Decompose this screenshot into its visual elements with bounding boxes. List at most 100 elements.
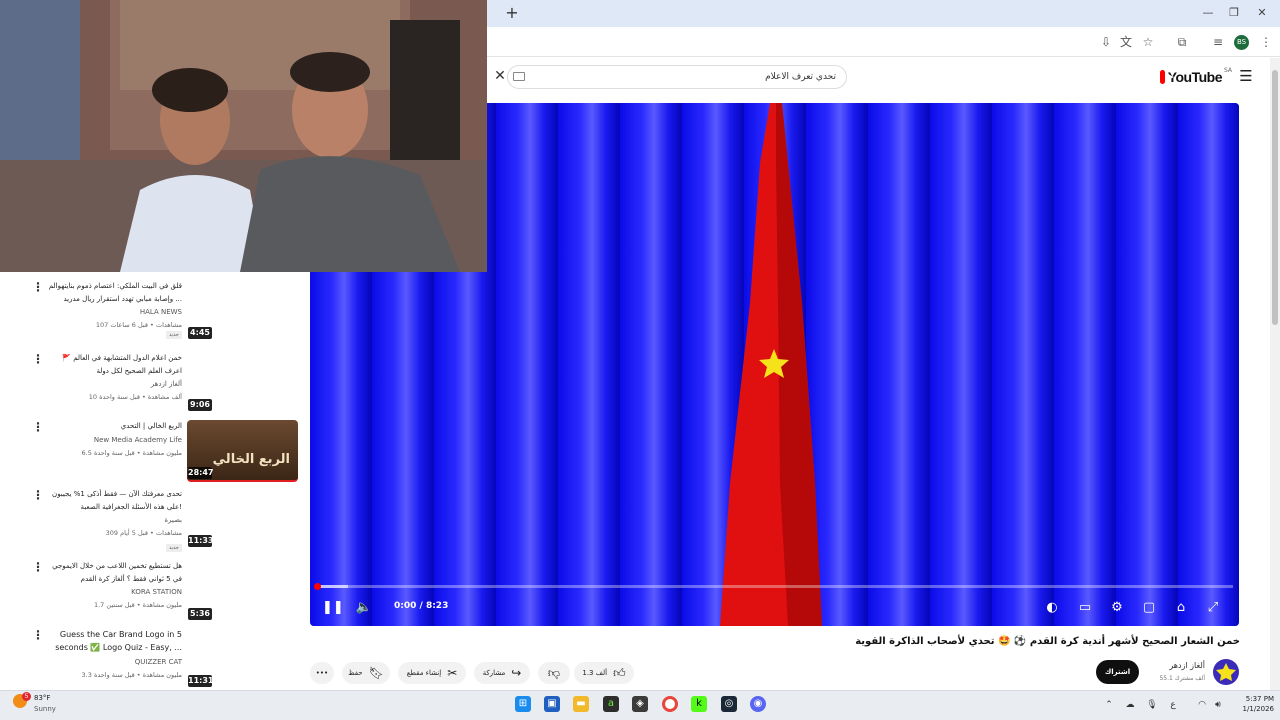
clear-search-icon[interactable]: ✕ [493,69,507,83]
profile-avatar[interactable]: BS [1234,35,1249,50]
list-item[interactable]: ⋮ تحدى معرفتك الآن — فقط أذكى 1% يجيبون … [0,488,305,554]
maximize-button[interactable]: ❐ [1224,4,1244,22]
share-label: مشاركة [482,669,506,677]
list-item[interactable]: ⋮ الربع الخالي | التحدي New Media Academ… [0,420,305,486]
save-button[interactable]: حفظ 🔖︎ [342,662,390,684]
subscribe-button[interactable]: اشتراك [1096,660,1139,684]
channel-name[interactable]: بصيرة [48,516,182,524]
hamburger-menu-icon[interactable]: ☰ [1238,69,1254,84]
channel-name[interactable]: New Media Academy Life [48,436,182,444]
country-code: SA [1224,67,1233,74]
davinci-icon[interactable]: ◈ [632,696,648,712]
more-options-icon[interactable]: ⋮ [32,280,44,294]
cloud-sync-icon[interactable]: ☁ [1124,699,1136,711]
windows-start-icon[interactable]: ⊞ [515,696,531,712]
fullscreen-icon[interactable]: ⤢ [1204,599,1222,617]
like-button[interactable]: 1.3 ألف 👍︎ [574,662,634,684]
extensions-icon[interactable]: ⧉ [1174,34,1190,50]
system-clock[interactable]: 5:37 PM 1/1/2026 [1226,694,1274,714]
steam-icon[interactable]: ◎ [721,696,737,712]
video-title[interactable]: قلق في البيت الملكي: اعتصام ذموم بنايتهو… [48,280,182,306]
bookmark-star-icon[interactable]: ☆ [1140,34,1156,50]
close-window-button[interactable]: ✕ [1252,4,1272,22]
webcam-overlay [0,0,487,272]
more-options-icon[interactable]: ⋮ [32,488,44,502]
file-explorer-icon[interactable]: ▬ [573,696,589,712]
share-button[interactable]: مشاركة ↪ [474,662,530,684]
autoplay-toggle-icon[interactable]: ◐ [1043,599,1061,617]
thumbs-up-icon: 👍︎ [613,665,626,680]
more-options-icon[interactable]: ⋮ [32,628,44,642]
kick-icon[interactable]: k [691,696,707,712]
channel-name[interactable]: ألغاز ازدهر [48,380,182,388]
notification-badge: 5 [22,692,31,701]
video-title[interactable]: هل تستطيع تخمين اللاعب من خلال الايموجي … [48,560,182,586]
duration-badge: 5:36 [188,608,212,620]
list-item[interactable]: ⋮ قلق في البيت الملكي: اعتصام ذموم بنايت… [0,280,305,346]
dislike-button[interactable]: 👎︎ [538,662,570,684]
video-title[interactable]: تحدى معرفتك الآن — فقط أذكى 1% يجيبون عل… [48,488,182,514]
duration-badge: 11:31 [188,675,214,687]
more-options-icon[interactable]: ⋮ [32,352,44,366]
video-title[interactable]: Guess the Car Brand Logo in 5 seconds ✅ … [48,628,182,654]
list-item[interactable]: ⋮ Guess the Car Brand Logo in 5 seconds … [0,628,305,688]
duration-badge: 28:47 [188,467,214,479]
speaker-icon[interactable]: 🔊︎ [1212,699,1224,711]
discord-icon[interactable]: ◉ [750,696,766,712]
media-controls-icon[interactable]: ≡ [1210,34,1226,50]
new-tab-button[interactable]: + [505,4,519,22]
wifi-icon[interactable]: ◠ [1196,699,1208,711]
video-meta: 1.7 مليون مشاهدة • قبل سنتين [93,601,182,609]
keyboard-icon[interactable] [513,72,525,81]
more-actions-button[interactable]: ••• [310,662,334,684]
progress-bar[interactable] [316,585,1233,588]
volume-icon[interactable]: 🔈 [355,599,373,617]
channel-name[interactable]: HALA NEWS [48,308,182,316]
duration-badge: 9:06 [188,399,212,411]
subtitles-icon[interactable]: ▭ [1076,599,1094,617]
channel-name-main[interactable]: ألغاز ازدهر [1130,661,1205,670]
app-a-icon[interactable]: a [603,696,619,712]
video-meta: 6.5 مليون مشاهدة • قبل سنة واحدة [81,449,182,457]
more-options-icon[interactable]: ⋮ [32,560,44,574]
clip-button[interactable]: إنشاء مقطع ✂ [398,662,466,684]
thumbs-down-icon: 👎︎ [547,665,561,680]
minimize-button[interactable]: — [1198,4,1218,22]
language-indicator[interactable]: ع [1167,699,1179,711]
channel-avatar[interactable] [1213,659,1239,685]
microphone-icon[interactable]: 🎙︎ [1146,699,1158,711]
settings-gear-icon[interactable]: ⚙ [1108,599,1126,617]
pause-icon[interactable]: ❚❚ [322,599,344,617]
youtube-play-icon [1160,70,1174,84]
search-box[interactable] [507,65,847,89]
more-options-icon[interactable]: ⋮ [32,420,44,434]
search-input[interactable] [536,69,836,85]
store-icon[interactable]: ▣ [544,696,560,712]
video-meta: 10 آلف مشاهدة • قبل سنة واحدة [88,393,182,401]
channel-name[interactable]: KORA STATION [48,588,182,596]
video-title[interactable]: الربع الخالي | التحدي [48,420,182,433]
share-icon: ↪ [511,666,522,680]
thumbnail-text: الربع الخالي [212,452,290,467]
address-toolbar [487,27,1280,57]
translate-icon[interactable]: 文 [1118,34,1134,50]
cast-icon[interactable]: ⌂ [1172,599,1190,617]
theater-mode-icon[interactable]: ▢ [1140,599,1158,617]
weather-condition[interactable]: Sunny [34,705,56,713]
browser-menu-icon[interactable]: ⋮ [1258,34,1274,50]
clock-time: 5:37 PM [1245,695,1274,703]
temperature[interactable]: 83°F [34,694,50,702]
list-item[interactable]: ⋮ هل تستطيع تخمين اللاعب من خلال الايموج… [0,560,305,626]
tray-overflow-icon[interactable]: ⌃ [1103,699,1115,711]
scrollbar-thumb[interactable] [1272,70,1278,325]
youtube-logo[interactable]: YouTube [1160,69,1223,85]
clip-label: إنشاء مقطع [406,669,442,677]
video-title[interactable]: خمن اعلام الدول المتشابهة في العالم 🚩 اع… [48,352,182,378]
progress-scrubber[interactable] [314,583,321,590]
scissors-icon: ✂ [447,666,458,680]
channel-name[interactable]: QUIZZER CAT [48,658,182,666]
install-app-icon[interactable]: ⇩ [1098,34,1114,50]
time-display: 0:00 / 8:23 [394,601,449,611]
chrome-icon[interactable] [662,696,678,712]
list-item[interactable]: ⋮ خمن اعلام الدول المتشابهة في العالم 🚩 … [0,352,305,418]
